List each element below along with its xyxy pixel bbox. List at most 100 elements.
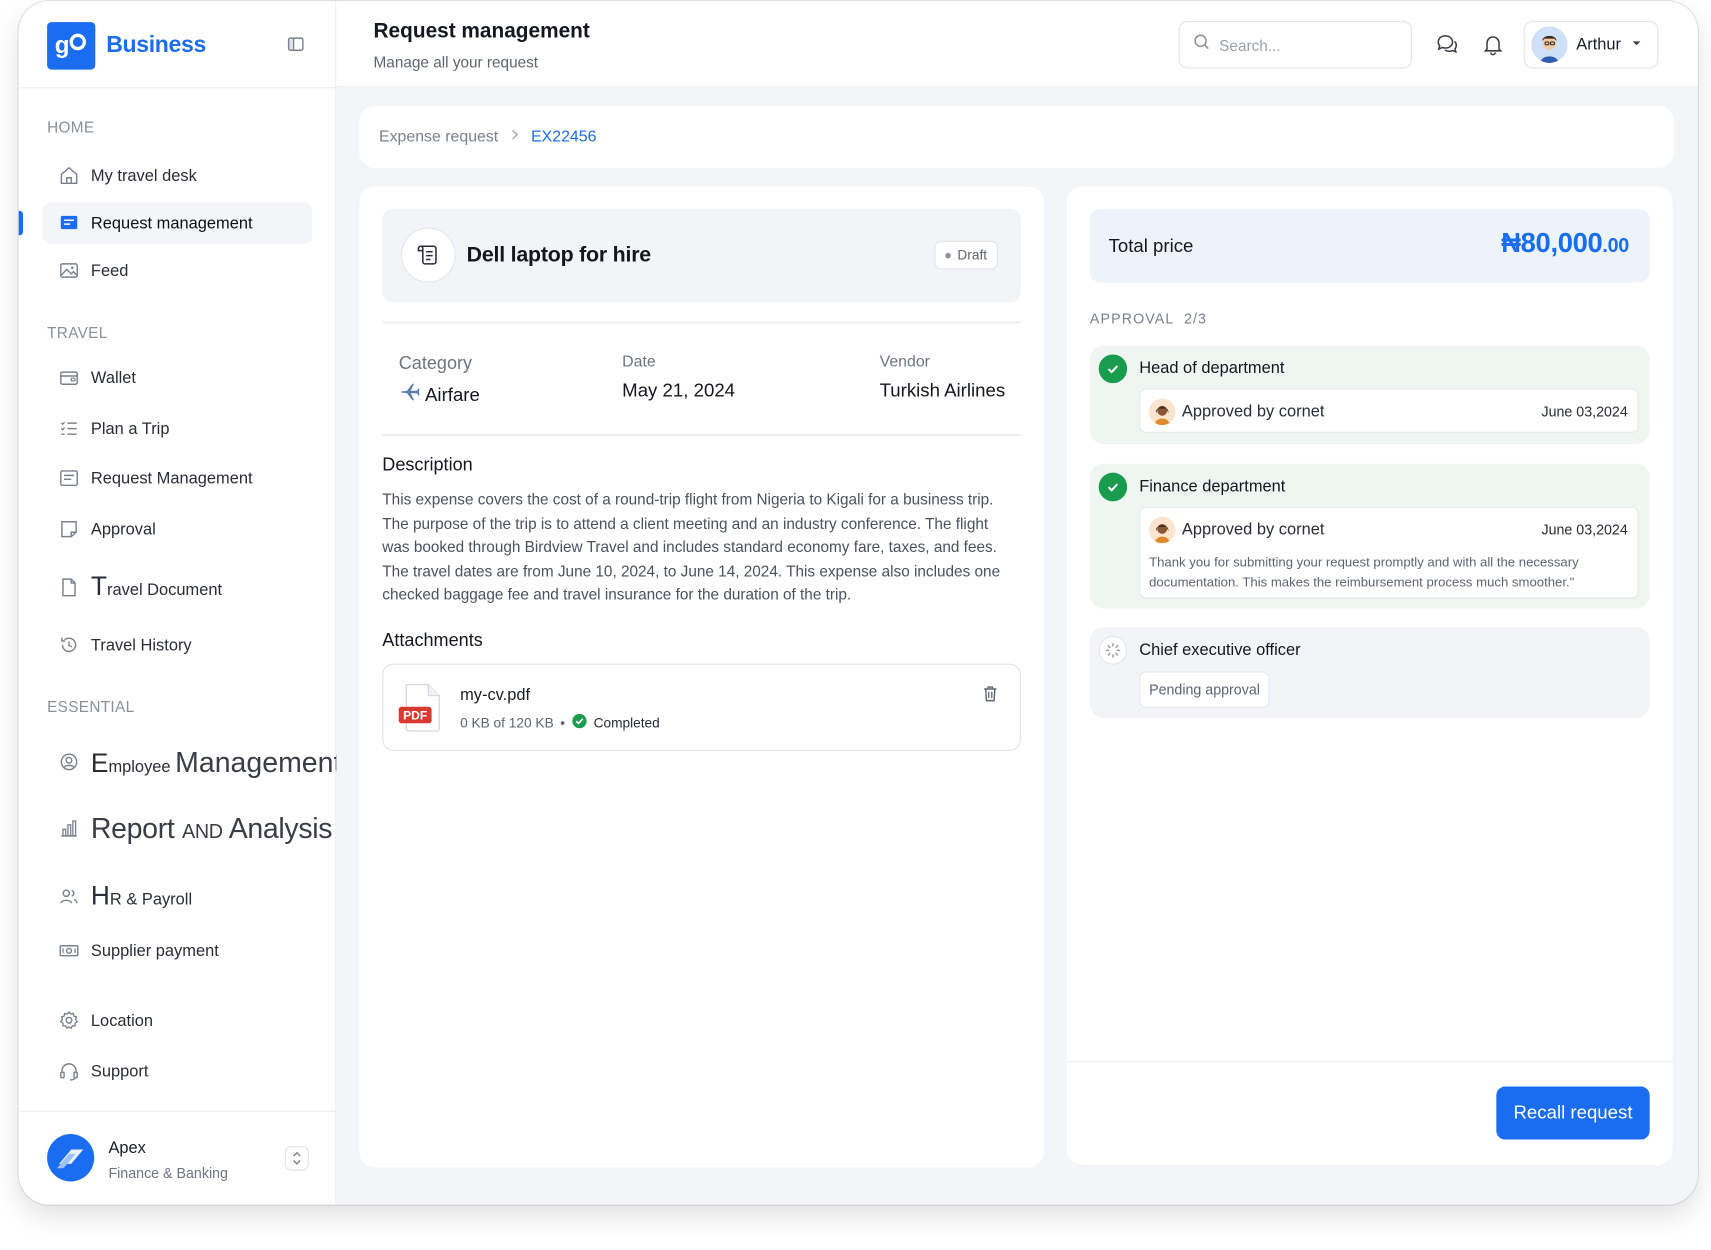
sidebar-item-label: Travel History [90, 635, 192, 655]
attachments-heading: Attachments [382, 630, 483, 651]
description-heading: Description [382, 454, 473, 475]
total-price-card: Total price ₦80,000.00 [1089, 208, 1650, 283]
main-content: Expense request EX22456 Dell laptop for … [336, 87, 1698, 1205]
sidebar-item-hr-payroll[interactable]: HR & Payroll [43, 872, 312, 921]
home-icon [58, 165, 80, 187]
request-title-card: Dell laptop for hire Draft [382, 208, 1021, 303]
check-circle-icon [572, 713, 587, 732]
approval-step-title: Head of department [1139, 358, 1285, 378]
request-details-panel: Dell laptop for hire Draft Category Airf… [359, 186, 1044, 1168]
vendor-value: Turkish Airlines [879, 379, 1006, 401]
chevron-right-icon [509, 128, 520, 146]
org-subtitle: Finance & Banking [108, 1164, 228, 1182]
document-list-icon [58, 467, 80, 489]
search-box[interactable] [1178, 20, 1412, 69]
sidebar-item-supplier-payment[interactable]: Supplier payment [43, 930, 312, 972]
divider [1066, 1061, 1673, 1063]
label-word: Management [175, 744, 342, 778]
chat-icon[interactable] [1435, 32, 1459, 56]
section-label-travel: TRAVEL [47, 323, 108, 342]
approval-step: Chief executive officer Pending approval [1089, 627, 1650, 718]
app-window: g Business HOME My travel desk Request m… [18, 1, 1698, 1205]
sidebar-item-label: Plan a Trip [90, 419, 170, 438]
caret-down-icon [1630, 35, 1643, 55]
sidebar-item-label: HR & Payroll [91, 881, 192, 912]
sidebar-item-label: Report and Analysis [90, 811, 333, 845]
sidebar-item-label: Supplier payment [90, 941, 219, 961]
section-label-home: HOME [47, 118, 95, 136]
sidebar-item-label: Wallet [90, 368, 136, 388]
user-avatar [1531, 26, 1568, 63]
svg-text:g: g [55, 32, 70, 59]
sidebar-item-label: Approval [90, 519, 156, 539]
approval-comment: Thank you for submitting your request pr… [1149, 554, 1579, 590]
date-label: Date [622, 353, 656, 372]
sidebar-item-travel-history[interactable]: Travel History [43, 624, 312, 666]
check-icon [1098, 354, 1128, 384]
sidebar-item-support[interactable]: Support [43, 1050, 312, 1092]
pdf-file-icon: PDF [398, 683, 444, 732]
user-menu-button[interactable]: Arthur [1523, 20, 1659, 69]
org-logo-icon [47, 1134, 95, 1182]
sidebar-item-approval[interactable]: Approval [43, 508, 312, 550]
breadcrumb-current: EX22456 [531, 128, 597, 146]
attachment-item[interactable]: PDF my-cv.pdf 0 KB of 120 KB • Completed [382, 663, 1021, 751]
sidebar-divider [18, 87, 337, 89]
sidebar-item-label: Travel Document [91, 572, 222, 603]
airplane-icon [399, 381, 421, 409]
checklist-icon [58, 417, 80, 439]
category-label: Category [398, 353, 473, 374]
status-badge: Draft [934, 240, 999, 270]
status-text: Draft [957, 247, 988, 263]
total-price-main: ₦80,000 [1501, 227, 1603, 259]
sidebar-item-request-management-2[interactable]: Request Management [43, 457, 312, 499]
sidebar-item-my-travel-desk[interactable]: My travel desk [43, 155, 312, 197]
sidebar-item-request-management[interactable]: Request management [42, 202, 313, 245]
bell-icon[interactable] [1481, 32, 1505, 56]
chevron-up-down-icon[interactable] [284, 1146, 309, 1171]
approval-record: Approved by cornet June 03,2024 Thank yo… [1139, 506, 1639, 599]
attachment-meta: 0 KB of 120 KB • Completed [460, 713, 660, 732]
label-part-3: Analysis [228, 811, 333, 845]
approval-step-title: Finance department [1139, 477, 1286, 496]
brand[interactable]: g Business [47, 21, 206, 70]
approval-icon [58, 518, 80, 540]
sidebar-item-label: Request Management [90, 468, 253, 488]
sidebar-item-report-and-analysis[interactable]: Report and Analysis [43, 803, 332, 854]
trash-icon[interactable] [980, 683, 1000, 703]
sidebar-item-location[interactable]: Location [43, 999, 312, 1041]
history-icon [58, 634, 80, 656]
sidebar-item-travel-document[interactable]: Travel Document [43, 566, 312, 608]
pending-status-badge: Pending approval [1139, 671, 1270, 708]
org-switcher[interactable]: Apex Finance & Banking [18, 1110, 337, 1205]
sidebar-item-feed[interactable]: Feed [43, 250, 312, 292]
sidebar-item-plan-a-trip[interactable]: Plan a Trip [43, 407, 312, 449]
sidebar-item-wallet[interactable]: Wallet [43, 357, 312, 399]
brand-logo-icon: g [47, 21, 96, 70]
label-part-1: Report [90, 811, 175, 845]
sidebar-item-label: Support [90, 1061, 149, 1081]
page-title: Request management [373, 19, 590, 44]
approver-text: Approved by cornet [1181, 401, 1325, 421]
brand-name: Business [106, 32, 206, 58]
sidebar-item-label: Request management [90, 213, 253, 233]
attachment-file-name: my-cv.pdf [460, 685, 531, 705]
breadcrumb-parent[interactable]: Expense request [379, 128, 498, 146]
wallet-icon [58, 367, 80, 389]
settings-icon [58, 1009, 80, 1031]
sidebar-collapse-icon[interactable] [287, 35, 305, 53]
category-value: Airfare [399, 381, 480, 409]
user-name: Arthur [1576, 35, 1622, 55]
approval-progress-label: APPROVAL 2/3 [1089, 310, 1208, 327]
section-label-essential: ESSENTIAL [47, 697, 135, 716]
label-capital: E [90, 748, 109, 778]
org-name: Apex [108, 1138, 146, 1158]
sidebar-item-employee-management[interactable]: Employee Management [43, 737, 341, 788]
request-title: Dell laptop for hire [466, 242, 652, 268]
attachment-status: Completed [593, 714, 660, 731]
recall-request-button[interactable]: Recall request [1496, 1086, 1650, 1140]
description-text: This expense covers the cost of a round-… [382, 490, 1001, 603]
search-input[interactable] [1219, 35, 1395, 54]
sidebar-item-label: My travel desk [90, 166, 197, 185]
headset-icon [58, 1060, 80, 1082]
